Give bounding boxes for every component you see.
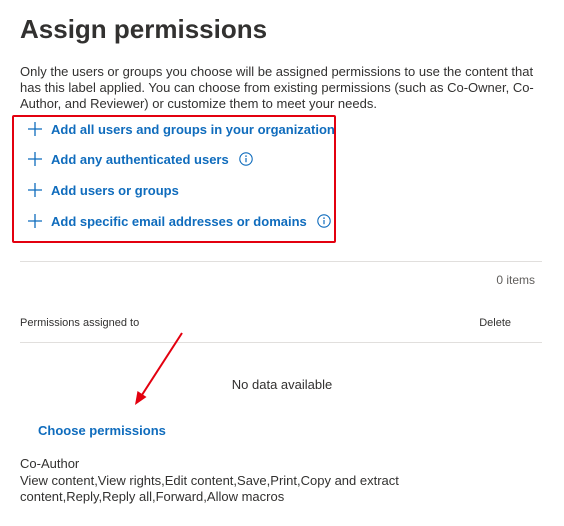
annotation-arrow xyxy=(135,332,183,405)
choose-permissions-link[interactable]: Choose permissions xyxy=(38,423,166,438)
permission-level-name: Co-Author xyxy=(20,456,80,471)
permission-rights-list: View content,View rights,Edit content,Sa… xyxy=(20,473,399,504)
